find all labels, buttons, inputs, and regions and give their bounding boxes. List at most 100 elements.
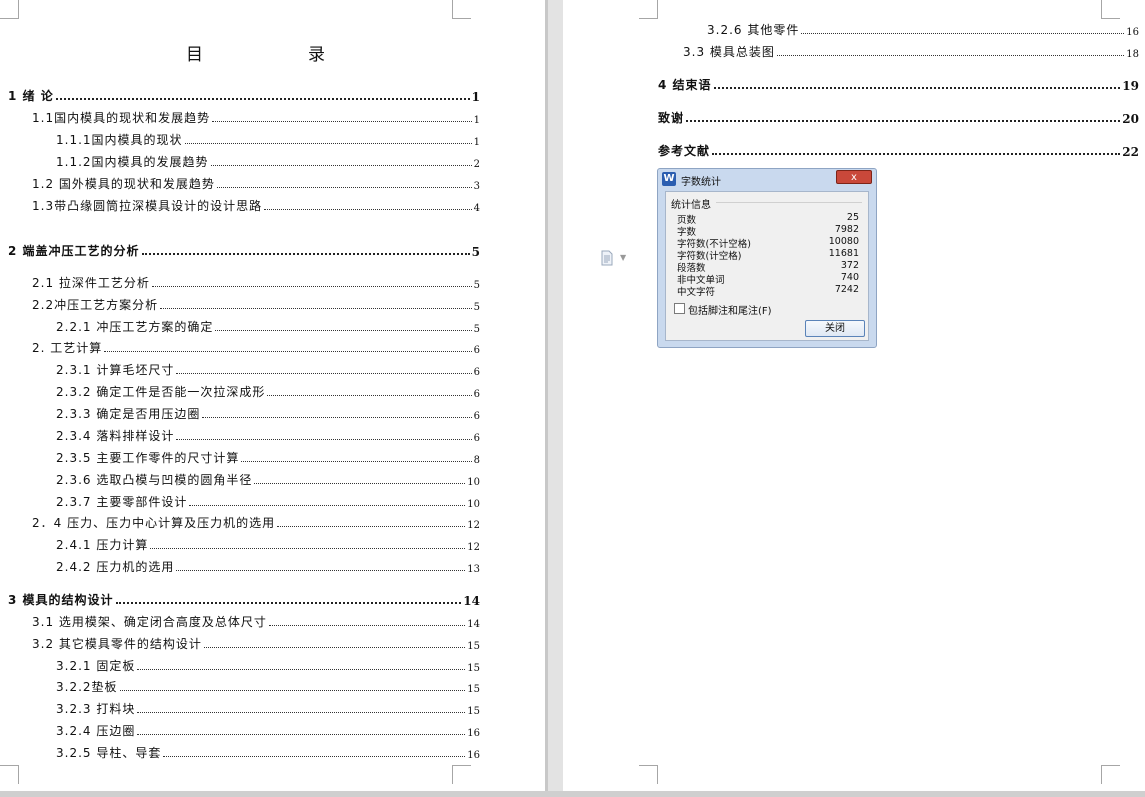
chevron-down-icon[interactable]: ▼ xyxy=(620,253,626,262)
stat-value: 10080 xyxy=(828,236,859,247)
toc-entry[interactable]: 1.2 国外模具的现状和发展趋势 3 xyxy=(32,174,480,192)
toc-entry[interactable]: 2. 工艺计算 6 xyxy=(32,338,480,356)
toc-entry[interactable]: 2 端盖冲压工艺的分析 5 xyxy=(8,241,480,259)
toc-entry[interactable]: 2.3.7 主要零部件设计 10 xyxy=(56,492,480,510)
close-button[interactable]: 关闭 xyxy=(805,320,865,337)
toc-entry-page: 6 xyxy=(473,389,480,400)
include-footnotes-label[interactable]: 包括脚注和尾注(F) xyxy=(688,302,772,317)
toc-entry[interactable]: 3.2.6 其他零件 16 xyxy=(707,20,1139,38)
toc-leader-dots xyxy=(137,734,466,735)
toc-entry[interactable]: 4 结束语 19 xyxy=(658,75,1139,93)
toc-entry-page: 5 xyxy=(473,280,480,291)
toc-entry[interactable]: 2.3.2 确定工件是否能一次拉深成形 6 xyxy=(56,382,480,400)
dialog-titlebar[interactable]: W 字数统计 x xyxy=(658,169,876,191)
toc-entry-page: 19 xyxy=(1122,79,1139,93)
toc-entry-page: 6 xyxy=(473,411,480,422)
toc-entry[interactable]: 1.1.2国内模具的发展趋势 2 xyxy=(56,152,480,170)
toc-leader-dots xyxy=(212,121,472,122)
toc-entry-page: 3 xyxy=(473,181,480,192)
toc-entry[interactable]: 2.1 拉深件工艺分析 5 xyxy=(32,273,480,291)
toc-entry[interactable]: 2.3.1 计算毛坯尺寸 6 xyxy=(56,360,480,378)
toc-leader-dots xyxy=(184,143,472,144)
toc-entry[interactable]: 2.2冲压工艺方案分析 5 xyxy=(32,295,480,313)
toc-leader-dots xyxy=(55,98,470,100)
toc-entry-page: 12 xyxy=(467,520,480,531)
toc-entry-text: 3.1 选用模架、确定闭合高度及总体尺寸 xyxy=(32,615,267,629)
crop-mark xyxy=(0,0,19,19)
toc-leader-dots xyxy=(141,253,470,255)
toc-entry-text: 2.3.7 主要零部件设计 xyxy=(56,495,188,509)
toc-entry[interactable]: 1 绪 论 1 xyxy=(8,86,480,104)
toc-entry-page: 1 xyxy=(473,137,480,148)
toc-entry-page: 22 xyxy=(1122,145,1139,159)
toc-entry-page: 18 xyxy=(1126,49,1139,60)
toc-entry[interactable]: 参考文献 22 xyxy=(658,141,1139,159)
toc-entry[interactable]: 2.3.6 选取凸模与凹模的圆角半径 10 xyxy=(56,470,480,488)
word-count-dialog: W 字数统计 x 统计信息 页数 25 字数 7982 字符数(不计空格) 10080 字符… xyxy=(657,168,877,348)
toc-entry[interactable]: 2.4.2 压力机的选用 13 xyxy=(56,557,480,575)
document-page-left[interactable]: 目 录 1 绪 论 1 1.1国内模具的现状和发展趋势 1 1.1.1国内模具的现状 1 1… xyxy=(0,0,545,791)
toc-entry-page: 6 xyxy=(473,345,480,356)
toc-entry[interactable]: 3.2 其它模具零件的结构设计 15 xyxy=(32,634,480,652)
toc-entry[interactable]: 3 模具的结构设计 14 xyxy=(8,590,480,608)
toc-leader-dots xyxy=(268,625,466,626)
toc-entry[interactable]: 致谢 20 xyxy=(658,108,1139,126)
toc-entry[interactable]: 1.1.1国内模具的现状 1 xyxy=(56,130,480,148)
toc-entry[interactable]: 3.3 模具总装图 18 xyxy=(683,42,1139,60)
toc-leader-dots xyxy=(189,505,466,506)
dialog-body: 统计信息 页数 25 字数 7982 字符数(不计空格) 10080 字符数(计空格) 116… xyxy=(665,191,869,341)
toc-leader-dots xyxy=(137,669,466,670)
toc-leader-dots xyxy=(216,187,472,188)
toc-entry-page: 15 xyxy=(467,706,480,717)
toc-leader-dots xyxy=(202,417,472,418)
toc-entry[interactable]: 2.3.5 主要工作零件的尺寸计算 8 xyxy=(56,448,480,466)
toc-leader-dots xyxy=(210,165,472,166)
toc-entry[interactable]: 2.3.4 落料排样设计 6 xyxy=(56,426,480,444)
toc-entry[interactable]: 3.2.5 导柱、导套 16 xyxy=(56,743,480,761)
toc-entry-page: 16 xyxy=(467,728,480,739)
toc-entry[interactable]: 1.1国内模具的现状和发展趋势 1 xyxy=(32,108,480,126)
toc-leader-dots xyxy=(264,209,472,210)
toc-entry[interactable]: 3.2.3 打料块 15 xyxy=(56,699,480,717)
toc-entry-page: 6 xyxy=(473,367,480,378)
toc-entry[interactable]: 2.4.1 压力计算 12 xyxy=(56,535,480,553)
toc-entry-page: 16 xyxy=(1126,27,1139,38)
stat-value: 7242 xyxy=(834,284,859,295)
toc-leader-dots xyxy=(713,87,1121,89)
toc-entry[interactable]: 2．4 压力、压力中心计算及压力机的选用 12 xyxy=(32,513,480,531)
toc-entry-text: 1 绪 论 xyxy=(8,89,54,103)
crop-mark xyxy=(639,0,658,19)
toc-leader-dots xyxy=(241,461,472,462)
horizontal-scrollbar[interactable] xyxy=(0,791,1145,797)
group-divider xyxy=(716,202,862,203)
paste-options-icon[interactable] xyxy=(600,250,614,266)
toc-entry[interactable]: 3.2.1 固定板 15 xyxy=(56,656,480,674)
toc-leader-dots xyxy=(160,308,472,309)
toc-entry-text: 1.2 国外模具的现状和发展趋势 xyxy=(32,177,215,191)
toc-entry-page: 5 xyxy=(473,302,480,313)
toc-entry[interactable]: 1.3带凸缘圆筒拉深模具设计的设计思路 4 xyxy=(32,196,480,214)
toc-entry-text: 3.3 模具总装图 xyxy=(683,45,775,59)
toc-leader-dots xyxy=(104,351,472,352)
toc-entry[interactable]: 2.2.1 冲压工艺方案的确定 5 xyxy=(56,317,480,335)
toc-entry-text: 3.2.1 固定板 xyxy=(56,659,136,673)
toc-entry[interactable]: 2.3.3 确定是否用压边圈 6 xyxy=(56,404,480,422)
toc-entry-page: 1 xyxy=(471,90,480,104)
toc-entry-page: 13 xyxy=(467,564,480,575)
toc-entry-text: 3.2.4 压边圈 xyxy=(56,724,136,738)
toc-leader-dots xyxy=(686,120,1121,122)
toc-entry[interactable]: 3.2.2垫板 15 xyxy=(56,677,480,695)
include-footnotes-checkbox[interactable] xyxy=(674,303,685,314)
crop-mark xyxy=(1101,765,1120,784)
toc-entry[interactable]: 3.1 选用模架、确定闭合高度及总体尺寸 14 xyxy=(32,612,480,630)
toc-entry-text: 2.4.2 压力机的选用 xyxy=(56,560,175,574)
toc-entry-page: 1 xyxy=(473,115,480,126)
document-page-right[interactable]: 3.2.6 其他零件 16 3.3 模具总装图 18 4 结束语 19 致谢 20 参考文献 22 xyxy=(563,0,1145,791)
crop-mark xyxy=(639,765,658,784)
toc-leader-dots xyxy=(712,153,1121,155)
stat-value: 740 xyxy=(840,272,859,283)
toc-entry-page: 12 xyxy=(467,542,480,553)
close-icon[interactable]: x xyxy=(836,170,872,184)
toc-entry[interactable]: 3.2.4 压边圈 16 xyxy=(56,721,480,739)
stat-row: 段落数 372 xyxy=(677,260,859,274)
